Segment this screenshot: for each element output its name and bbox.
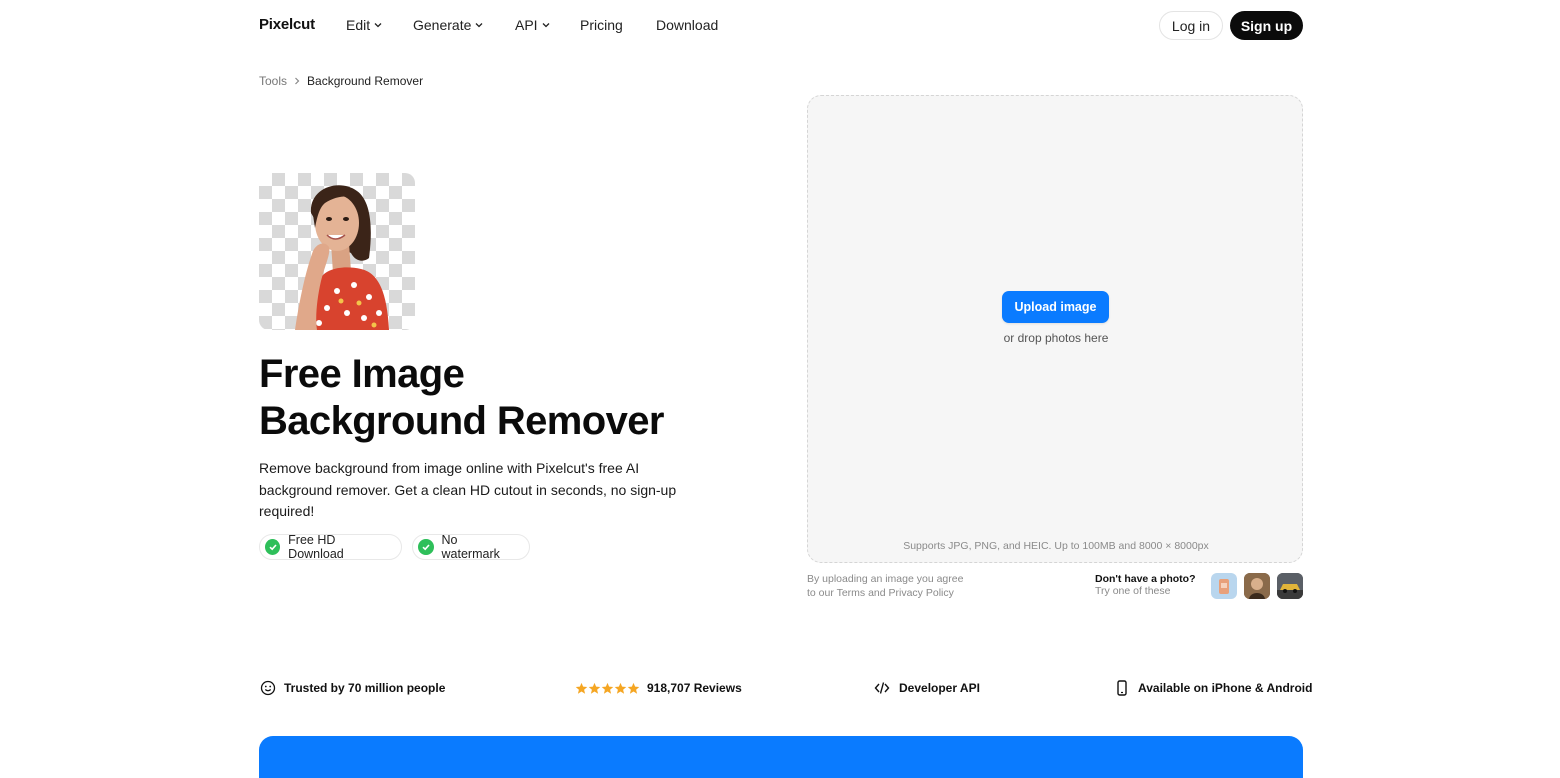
- sample-photos-prompt: Don't have a photo? Try one of these: [1095, 573, 1196, 597]
- drop-photos-text: or drop photos here: [1003, 331, 1109, 345]
- star-icon: [614, 682, 627, 694]
- breadcrumb: Tools Background Remover: [259, 74, 423, 88]
- star-icon: [575, 682, 588, 694]
- supported-formats-text: Supports JPG, PNG, and HEIC. Up to 100MB…: [903, 540, 1209, 552]
- upload-drop-zone[interactable]: Upload image or drop photos here Support…: [807, 95, 1303, 563]
- login-button[interactable]: Log in: [1159, 11, 1223, 40]
- mobile-apps-label: Available on iPhone & Android: [1138, 681, 1313, 695]
- menu-item-generate[interactable]: Generate: [413, 17, 484, 33]
- menu-item-download[interactable]: Download: [656, 17, 718, 33]
- trust-mobile-apps[interactable]: Available on iPhone & Android: [1114, 679, 1312, 697]
- terms-line-1: By uploading an image you agree: [807, 573, 964, 585]
- woman-cutout-illustration: [295, 185, 389, 330]
- trust-people: Trusted by 70 million people: [260, 679, 445, 697]
- title-line-1: Free Image: [259, 352, 465, 396]
- page-title: Free Image Background Remover: [259, 351, 739, 445]
- chevron-down-icon: [374, 23, 382, 28]
- menu-item-label: API: [515, 17, 538, 33]
- title-line-2: Background Remover: [259, 399, 664, 443]
- chevron-down-icon: [475, 23, 483, 28]
- code-icon: [874, 682, 890, 694]
- menu-item-label: Download: [656, 17, 719, 33]
- chevron-right-icon: [295, 77, 300, 85]
- developer-api-label: Developer API: [899, 681, 980, 695]
- logo[interactable]: Pixelcut: [259, 16, 315, 33]
- sample-photo-person[interactable]: [1244, 573, 1270, 599]
- chevron-down-icon: [542, 23, 550, 28]
- upload-terms: By uploading an image you agree to our T…: [807, 573, 963, 600]
- upload-image-button[interactable]: Upload image: [1002, 291, 1109, 323]
- signup-button[interactable]: Sign up: [1230, 11, 1303, 40]
- breadcrumb-tools-link[interactable]: Tools: [259, 74, 287, 88]
- trust-developer-api[interactable]: Developer API: [873, 679, 980, 697]
- trust-reviews[interactable]: 918,707 Reviews: [575, 679, 742, 697]
- badge-free-hd-download: Free HD Download: [259, 533, 402, 561]
- star-icon: [588, 682, 601, 694]
- smile-icon: [260, 680, 276, 696]
- badge-label: Free HD Download: [288, 533, 344, 561]
- badge-label: No watermark: [441, 533, 500, 561]
- reviews-count: 918,707 Reviews: [647, 681, 742, 695]
- rating-stars: [575, 682, 640, 695]
- sample-photo-product[interactable]: [1211, 573, 1237, 599]
- check-icon: [265, 539, 281, 555]
- top-navigation: Pixelcut Edit Generate API Pricing Downl…: [0, 0, 1560, 52]
- menu-item-label: Pricing: [580, 17, 623, 33]
- star-icon: [627, 682, 640, 694]
- menu-item-edit[interactable]: Edit: [346, 17, 383, 33]
- no-photo-title: Don't have a photo?: [1095, 573, 1196, 585]
- phone-icon: [1117, 680, 1127, 696]
- promo-section-band: [259, 736, 1303, 778]
- check-icon: [418, 539, 434, 555]
- menu-item-label: Edit: [346, 17, 371, 33]
- menu-item-api[interactable]: API: [515, 17, 551, 33]
- trust-people-label: Trusted by 70 million people: [284, 681, 446, 695]
- menu-item-label: Generate: [413, 17, 472, 33]
- hero-description: Remove background from image online with…: [259, 460, 677, 519]
- breadcrumb-current: Background Remover: [307, 74, 424, 88]
- hero-example-image: [259, 173, 415, 330]
- no-photo-subtitle: Try one of these: [1095, 585, 1171, 597]
- menu-item-pricing[interactable]: Pricing: [580, 17, 623, 33]
- star-icon: [601, 682, 614, 694]
- sample-photo-car[interactable]: [1277, 573, 1303, 599]
- badge-no-watermark: No watermark: [412, 533, 530, 561]
- terms-line-2[interactable]: to our Terms and Privacy Policy: [807, 587, 963, 601]
